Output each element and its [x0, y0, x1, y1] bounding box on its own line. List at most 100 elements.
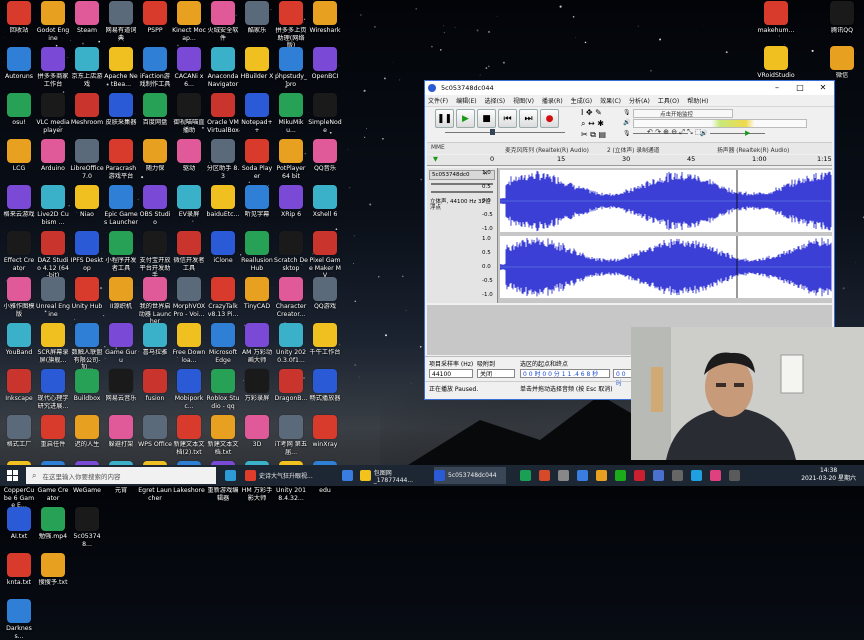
host-select[interactable]: MME: [431, 145, 445, 151]
desktop-icon[interactable]: iClone: [206, 231, 240, 265]
desktop-icon[interactable]: Godot Engine: [36, 1, 70, 42]
desktop-icon[interactable]: iT考网 第五届...: [274, 415, 308, 456]
desktop-icon[interactable]: Character Creator...: [274, 277, 308, 318]
desktop-icon[interactable]: Xshell 6: [308, 185, 342, 219]
desktop-icon[interactable]: 勉强.mp4: [36, 507, 70, 541]
desktop-icon[interactable]: osu!: [2, 93, 36, 127]
desktop-icon[interactable]: 千牛工作台: [308, 323, 342, 357]
desktop-icon[interactable]: Epic Games Launcher: [104, 185, 138, 226]
minimize-icon[interactable]: –: [766, 81, 788, 95]
menu-item[interactable]: 帮助(H): [687, 96, 708, 105]
select-tool-icon[interactable]: I: [581, 108, 583, 117]
desktop-icon[interactable]: iFaction游戏制作工具: [138, 47, 172, 88]
desktop-icon[interactable]: 新建文本文档(2).txt: [172, 415, 206, 456]
menu-item[interactable]: 播录(R): [542, 96, 563, 105]
desktop-icon[interactable]: 火绒安全软件: [206, 1, 240, 42]
audio-track[interactable]: 5c053748dc0 立体声, 44100 Hz 32位浮点 ✕ 1.00.5…: [427, 168, 832, 303]
desktop-icon[interactable]: 微信开发者工具: [172, 231, 206, 272]
play-button[interactable]: ▶: [456, 109, 475, 128]
menu-item[interactable]: 文件(F): [428, 96, 448, 105]
desktop-icon[interactable]: Pixel Game Maker MV: [308, 231, 342, 280]
recording-device-select[interactable]: 麦克风阵列 (Realtek(R) Audio): [505, 145, 589, 154]
sample-rate-select[interactable]: 44100: [429, 369, 473, 378]
desktop-icon[interactable]: 新建文本文档.txt: [206, 415, 240, 456]
desktop-icon[interactable]: Darkness...: [2, 599, 36, 640]
desktop-icon[interactable]: phpstudy_pro: [274, 47, 308, 88]
skip-start-button[interactable]: ⏮: [498, 109, 517, 128]
right-channel-waveform[interactable]: [500, 236, 832, 298]
desktop-icon[interactable]: 听见字幕: [240, 185, 274, 219]
desktop-icon[interactable]: Microsoft Edge: [206, 323, 240, 364]
envelope-tool-icon[interactable]: ✥: [586, 108, 593, 117]
desktop-icon[interactable]: Oracle VM VirtualBox: [206, 93, 240, 134]
desktop-icon[interactable]: II源织机: [104, 277, 138, 311]
playback-volume-slider[interactable]: [710, 133, 765, 134]
desktop-icon[interactable]: DragonB...: [274, 369, 308, 403]
desktop-icon[interactable]: 小雅作图模版: [2, 277, 36, 318]
desktop-icon[interactable]: Inkscape: [2, 369, 36, 403]
selection-start-field[interactable]: 0 0 时 0 0 分 1 1 .4 6 8 秒: [520, 369, 610, 378]
desktop-icon[interactable]: makehum...: [756, 1, 796, 35]
clock-time[interactable]: 14:38: [801, 467, 856, 475]
desktop-icon[interactable]: winXray: [308, 415, 342, 449]
copy-icon[interactable]: ⧉: [590, 130, 596, 139]
desktop-icon[interactable]: 百度网盘: [138, 93, 172, 127]
desktop-icon[interactable]: 数触人联盟有限公司-加...: [70, 323, 104, 372]
desktop-icon[interactable]: MikuMiku...: [274, 93, 308, 134]
desktop-icon[interactable]: CrazyTalk v8.13 Pi...: [206, 277, 240, 318]
desktop-icon[interactable]: YouBand: [2, 323, 36, 357]
desktop-icon[interactable]: Wireshark: [308, 1, 342, 35]
desktop-icon[interactable]: TinyCAD: [240, 277, 274, 311]
desktop-icon[interactable]: Apache NetBea...: [104, 47, 138, 88]
multi-tool-icon[interactable]: ✱: [597, 119, 604, 128]
desktop-icon[interactable]: 重启任件: [36, 415, 70, 449]
desktop-icon[interactable]: 驱动: [172, 139, 206, 173]
skip-end-button[interactable]: ⏭: [519, 109, 538, 128]
timeline-ruler[interactable]: 01530451:001:15▼: [427, 155, 832, 166]
desktop-icon[interactable]: 皮肤采集器: [104, 93, 138, 127]
desktop-icon[interactable]: Soda Player: [240, 139, 274, 180]
desktop-icon[interactable]: 御视喵喵直播助: [172, 93, 206, 134]
stop-button[interactable]: ■: [477, 109, 496, 128]
clock-date[interactable]: 2021-03-20 星期六: [801, 475, 856, 483]
desktop-icon[interactable]: 躲避打架: [104, 415, 138, 449]
mail-taskbar-icon[interactable]: [342, 467, 353, 484]
desktop-icon[interactable]: AI.txt: [2, 507, 36, 541]
desktop-icon[interactable]: 畅式播放器: [308, 369, 342, 403]
close-icon[interactable]: ✕: [812, 81, 834, 95]
zoom-tool-icon[interactable]: ⌕: [581, 119, 585, 128]
playback-meter[interactable]: [633, 119, 807, 128]
desktop-icon[interactable]: Paracrash游戏平台: [104, 139, 138, 180]
desktop-icon[interactable]: 迟的人生: [70, 415, 104, 449]
playback-device-select[interactable]: 扬声器 (Realtek(R) Audio): [717, 145, 789, 154]
desktop-icon[interactable]: XRip 6: [274, 185, 308, 219]
timeshift-tool-icon[interactable]: ↔: [588, 119, 595, 128]
desktop-icon[interactable]: Mobiporkc...: [172, 369, 206, 410]
desktop-icon[interactable]: VRoidStudio: [756, 46, 796, 80]
taskbar-app-1[interactable]: 史诗大气狂升眼视...: [245, 467, 325, 484]
desktop-icon[interactable]: Steam: [70, 1, 104, 35]
taskbar-app-2[interactable]: 包图网_17877444...: [360, 467, 430, 484]
desktop-icon[interactable]: 拼多多商家工作台: [36, 47, 70, 88]
menu-item[interactable]: 视图(V): [513, 96, 534, 105]
desktop-icon[interactable]: 腾讯QQ: [822, 1, 862, 35]
menu-item[interactable]: 选择(S): [485, 96, 506, 105]
desktop-icon[interactable]: 5c053748...: [70, 507, 104, 548]
desktop-icon[interactable]: 小程序开发者工具: [104, 231, 138, 272]
play-at-speed-icon[interactable]: ▶: [745, 129, 750, 137]
paste-icon[interactable]: ▤: [599, 130, 607, 139]
desktop-icon[interactable]: Kinect Mocap...: [172, 1, 206, 42]
desktop-icon[interactable]: PotPlayer 64 bit: [274, 139, 308, 180]
taskbar-app-audacity[interactable]: 5c053748dc044: [434, 467, 506, 484]
desktop-icon[interactable]: 搜搜予.txt: [36, 553, 70, 587]
desktop-icon[interactable]: Game Guru: [104, 323, 138, 364]
desktop-icon[interactable]: OpenBCI: [308, 47, 342, 81]
desktop-icon[interactable]: Unreal Engine: [36, 277, 70, 318]
menu-item[interactable]: 效果(C): [600, 96, 621, 105]
desktop-icon[interactable]: HBuilder X: [240, 47, 274, 81]
menu-item[interactable]: 工具(O): [658, 96, 679, 105]
pause-button[interactable]: ❚❚: [435, 109, 454, 128]
desktop-icon[interactable]: QQ游戏: [308, 277, 342, 311]
record-button[interactable]: ●: [540, 109, 559, 128]
desktop-icon[interactable]: fusion: [138, 369, 172, 403]
